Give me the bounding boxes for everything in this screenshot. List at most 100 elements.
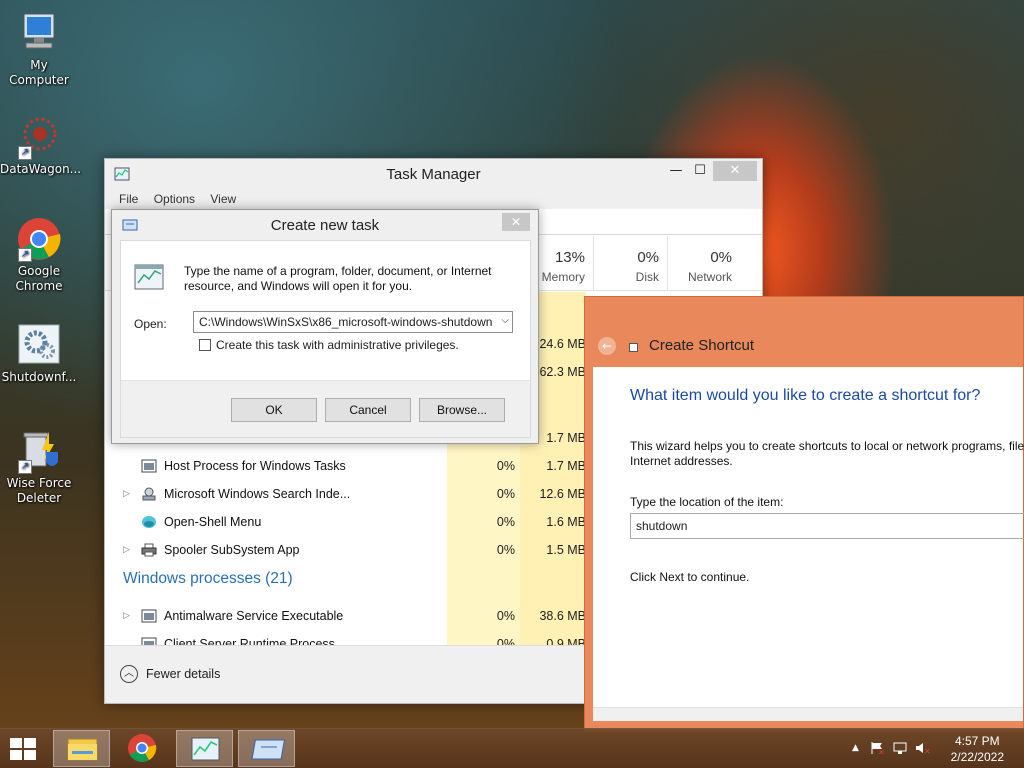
chrome-icon	[128, 734, 157, 762]
close-button[interactable]: ✕	[713, 161, 757, 181]
process-name: Microsoft Windows Search Inde...	[164, 487, 351, 501]
action-center-flag-icon[interactable]: ✕	[870, 741, 886, 758]
group-windows-processes[interactable]: Windows processes (21)	[123, 570, 293, 588]
expand-arrow-icon[interactable]: ▷	[123, 610, 130, 621]
desktop-icon-shutdownf[interactable]: Shutdownf...	[0, 322, 78, 385]
memory-cell: 1.6 MB	[546, 515, 586, 529]
admin-privileges-checkbox[interactable]: Create this task with administrative pri…	[199, 338, 459, 352]
open-value: C:\Windows\WinSxS\x86_microsoft-windows-…	[199, 315, 493, 329]
search-indexer-icon	[141, 487, 157, 501]
wizard-intro-line2: Internet addresses.	[630, 454, 733, 468]
taskbar-task-manager[interactable]	[176, 730, 233, 767]
create-new-task-description: Type the name of a program, folder, docu…	[184, 264, 492, 293]
chrome-icon: ↗	[16, 216, 62, 262]
create-new-task-body: Type the name of a program, folder, docu…	[120, 240, 531, 438]
expand-arrow-icon[interactable]: ▷	[123, 544, 130, 555]
create-new-task-dialog: Create new task ✕ Type the name of a pro…	[111, 209, 539, 444]
location-input[interactable]: shutdown	[630, 513, 1024, 539]
memory-cell: 1.7 MB	[546, 459, 586, 473]
menu-options[interactable]: Options	[154, 192, 195, 206]
recycle-bin-shield-icon: ↗	[16, 428, 62, 474]
close-button[interactable]: ✕	[502, 213, 530, 231]
clock[interactable]: 4:57 PM 2/22/2022	[951, 733, 1004, 765]
column-disk[interactable]: 0% Disk	[593, 236, 667, 291]
memory-cell: 38.6 MB	[539, 609, 586, 623]
create-shortcut-titlebar[interactable]: ← Create Shortcut	[585, 297, 1023, 367]
fewer-details-button[interactable]: ︿ Fewer details	[120, 665, 220, 683]
expand-arrow-icon[interactable]: ▷	[123, 488, 130, 499]
desktop-icon-google-chrome[interactable]: ↗ Google Chrome	[0, 216, 78, 294]
svg-text:✕: ✕	[924, 747, 930, 755]
computer-icon	[16, 10, 62, 56]
column-network[interactable]: 0% Network	[667, 236, 740, 291]
window-process-icon	[141, 459, 157, 473]
chevron-up-icon: ︿	[120, 665, 138, 683]
ok-button[interactable]: OK	[231, 398, 317, 422]
volume-muted-icon[interactable]: ✕	[914, 741, 931, 758]
create-shortcut-heading: What item would you like to create a sho…	[630, 387, 981, 404]
taskbar-chrome[interactable]	[114, 730, 171, 767]
task-manager-icon	[191, 737, 220, 761]
task-manager-titlebar[interactable]: Task Manager — ☐ ✕	[105, 159, 762, 189]
printer-icon	[141, 543, 157, 557]
network-percent: 0%	[710, 249, 732, 266]
wizard-intro-line1: This wizard helps you to create shortcut…	[630, 439, 1024, 453]
cpu-cell: 0%	[496, 487, 515, 501]
desktop-icon-label: My Computer	[9, 58, 69, 87]
desktop-icon-my-computer[interactable]: My Computer	[0, 10, 78, 88]
back-arrow-icon[interactable]: ←	[598, 337, 616, 355]
taskbar: ▲ ✕ ✕ 4:57 PM 2/22/2022	[0, 728, 1024, 768]
taskbar-run-dialog[interactable]	[238, 730, 295, 767]
open-label: Open:	[134, 317, 167, 331]
create-shortcut-title: Create Shortcut	[649, 337, 755, 354]
system-tray: ▲ ✕ ✕ 4:57 PM 2/22/2022	[844, 729, 1024, 768]
cpu-cell: 0%	[496, 543, 515, 557]
process-name: Spooler SubSystem App	[164, 543, 300, 557]
shortcut-arrow-icon: ↗	[18, 460, 32, 474]
show-hidden-icons-button[interactable]: ▲	[852, 743, 859, 753]
memory-cell: 12.6 MB	[539, 487, 586, 501]
chevron-down-icon[interactable]: ⌵	[501, 315, 509, 326]
clock-date: 2/22/2022	[950, 750, 1004, 764]
checkbox-icon	[199, 339, 211, 351]
shortcut-arrow-icon: ↗	[18, 146, 32, 160]
datawagon-icon: ↗	[16, 114, 62, 160]
desktop-icon-label: Wise Force Deleter	[6, 476, 72, 505]
create-shortcut-window: ← Create Shortcut What item would you li…	[584, 296, 1024, 732]
run-program-icon	[133, 263, 167, 298]
disk-percent: 0%	[637, 249, 659, 266]
location-label: Type the location of the item:	[630, 495, 784, 509]
svg-text:✕: ✕	[878, 748, 885, 755]
create-new-task-titlebar[interactable]: Create new task ✕	[112, 210, 538, 240]
memory-cell: 1.5 MB	[546, 543, 586, 557]
cpu-cell: 0%	[496, 459, 515, 473]
desktop-icon-datawagon[interactable]: ↗ DataWagon...	[0, 114, 82, 177]
browse-button[interactable]: Browse...	[419, 398, 505, 422]
process-name: Open-Shell Menu	[164, 515, 262, 529]
disk-label: Disk	[635, 270, 659, 284]
run-dialog-icon	[251, 739, 286, 760]
desktop-icon-label: DataWagon...	[0, 162, 82, 176]
clock-time: 4:57 PM	[954, 734, 1000, 748]
taskbar-file-explorer[interactable]	[53, 730, 110, 767]
cpu-cell: 0%	[496, 609, 515, 623]
menu-bar: File Options View	[105, 189, 762, 209]
open-combobox[interactable]: C:\Windows\WinSxS\x86_microsoft-windows-…	[193, 311, 513, 333]
fewer-details-label: Fewer details	[146, 667, 221, 681]
desktop-icon-label: Google Chrome	[15, 264, 63, 293]
maximize-button[interactable]: ☐	[686, 161, 714, 181]
menu-file[interactable]: File	[119, 192, 138, 206]
gears-icon	[16, 322, 62, 368]
cancel-button[interactable]: Cancel	[325, 398, 411, 422]
network-label: Network	[687, 270, 732, 284]
start-button[interactable]	[10, 738, 38, 762]
shortcut-arrow-icon: ↗	[18, 248, 32, 262]
shortcut-arrow-icon	[629, 343, 638, 352]
create-shortcut-body: What item would you like to create a sho…	[593, 367, 1024, 721]
create-new-task-title: Create new task	[270, 217, 380, 234]
network-icon[interactable]	[892, 741, 908, 758]
menu-view[interactable]: View	[210, 192, 236, 206]
desktop-icon-wise-force-deleter[interactable]: ↗ Wise Force Deleter	[0, 428, 78, 506]
process-name: Antimalware Service Executable	[164, 609, 344, 623]
next-hint: Click Next to continue.	[630, 570, 750, 584]
